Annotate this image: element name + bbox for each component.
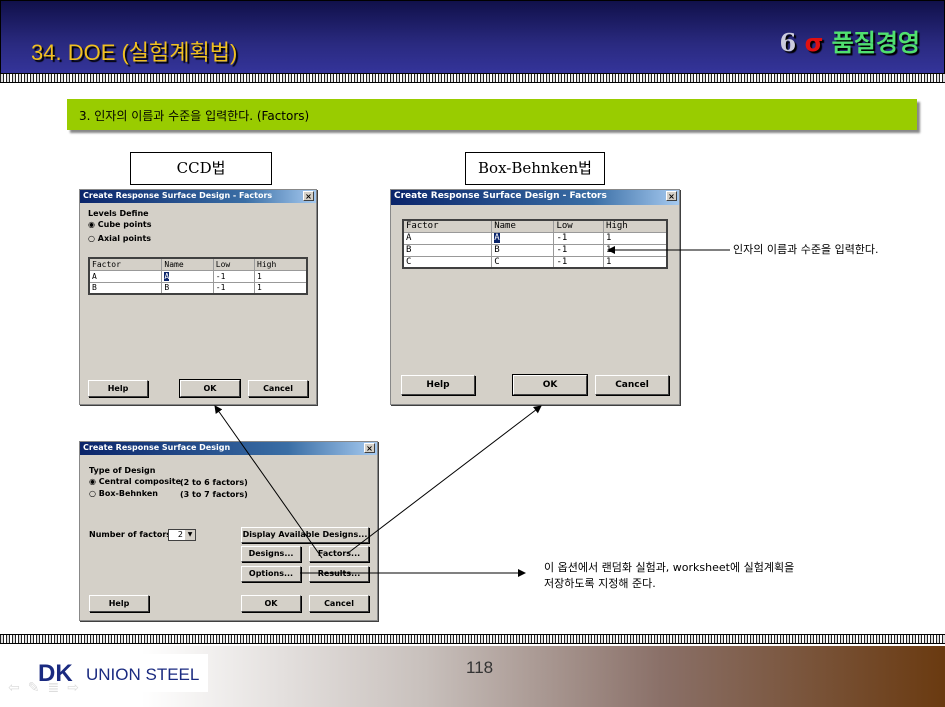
next-icon[interactable]: ⇨ — [67, 680, 87, 696]
pen-icon[interactable]: ✎ — [28, 680, 48, 696]
options-note-line2: 저장하도록 지정해 준다. — [544, 577, 656, 590]
arrow-to-bb — [347, 405, 542, 554]
page-number: 118 — [466, 658, 494, 677]
arrow-to-ccd — [214, 405, 323, 559]
prev-icon[interactable]: ⇦ — [8, 680, 28, 696]
logo-text: UNION STEEL — [86, 665, 200, 684]
menu-icon[interactable]: ≣ — [47, 680, 67, 696]
slide-nav-icons[interactable]: ⇦✎≣⇨ — [8, 680, 87, 696]
bottom-border-pattern — [0, 634, 945, 644]
annotation-arrows — [214, 246, 730, 577]
options-note-line1: 이 옵션에서 랜덤화 실험과, worksheet에 실험계획을 — [544, 561, 795, 574]
factor-note: 인자의 이름과 수준을 입력한다. — [733, 243, 879, 256]
